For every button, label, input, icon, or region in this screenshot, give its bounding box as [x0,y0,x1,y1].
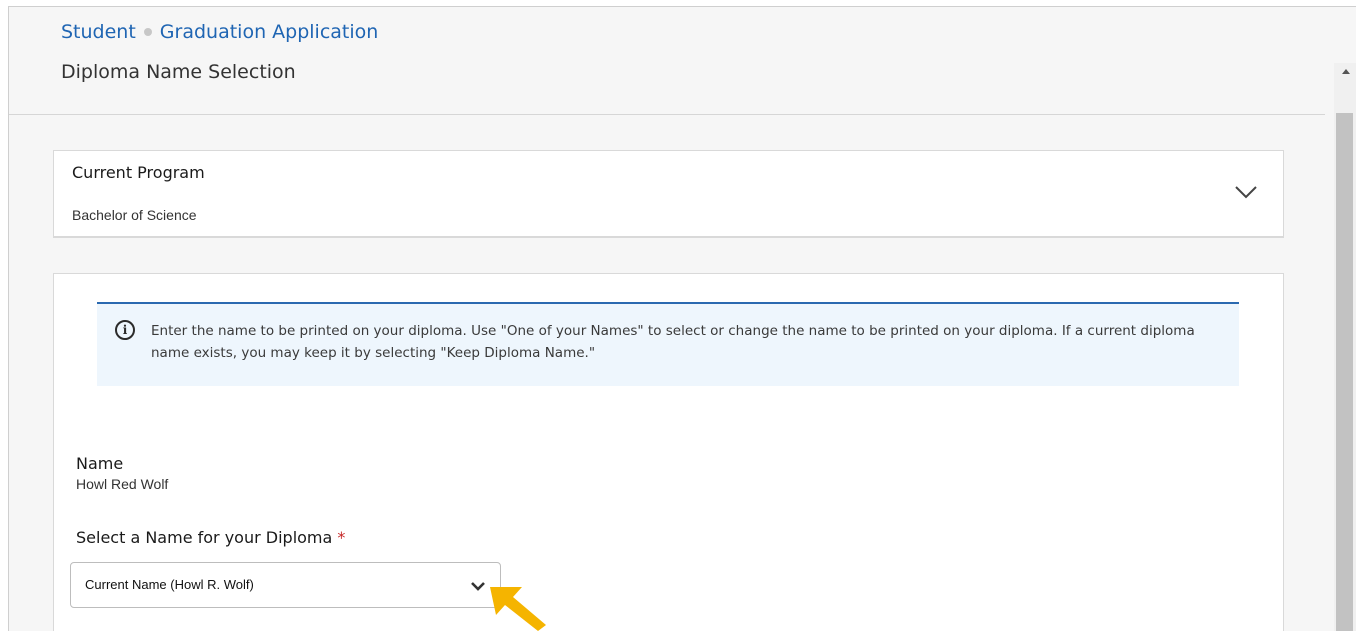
info-message: i Enter the name to be printed on your d… [97,302,1239,386]
chevron-down-icon[interactable] [1235,181,1257,203]
info-message-text: Enter the name to be printed on your dip… [151,323,1195,361]
scroll-up-arrow-icon[interactable] [1342,69,1350,74]
breadcrumb: Student Graduation Application [61,21,378,43]
page-title: Diploma Name Selection [61,61,296,83]
current-program-card[interactable]: Current Program Bachelor of Science [53,150,1284,238]
page-header: Student Graduation Application Diploma N… [9,7,1325,115]
app-frame: Student Graduation Application Diploma N… [8,6,1356,631]
breadcrumb-graduation-application-link[interactable]: Graduation Application [160,21,379,43]
scrollbar-thumb[interactable] [1336,113,1353,631]
info-icon: i [115,320,135,340]
required-marker: * [337,528,346,547]
name-label: Name [76,454,124,473]
breadcrumb-separator [143,28,152,36]
diploma-name-card: i Enter the name to be printed on your d… [53,273,1284,631]
breadcrumb-student-link[interactable]: Student [61,21,136,43]
name-value: Howl Red Wolf [76,476,169,492]
diploma-name-select[interactable]: Current Name (Howl R. Wolf) [70,562,501,608]
diploma-name-select-label: Select a Name for your Diploma * [76,528,345,547]
pointer-arrow-icon [490,587,546,631]
current-program-value: Bachelor of Science [72,207,197,223]
current-program-label: Current Program [72,163,205,182]
diploma-name-select-value: Current Name (Howl R. Wolf) [85,577,254,592]
diploma-name-select-label-text: Select a Name for your Diploma [76,528,333,547]
chevron-down-icon [471,582,485,591]
